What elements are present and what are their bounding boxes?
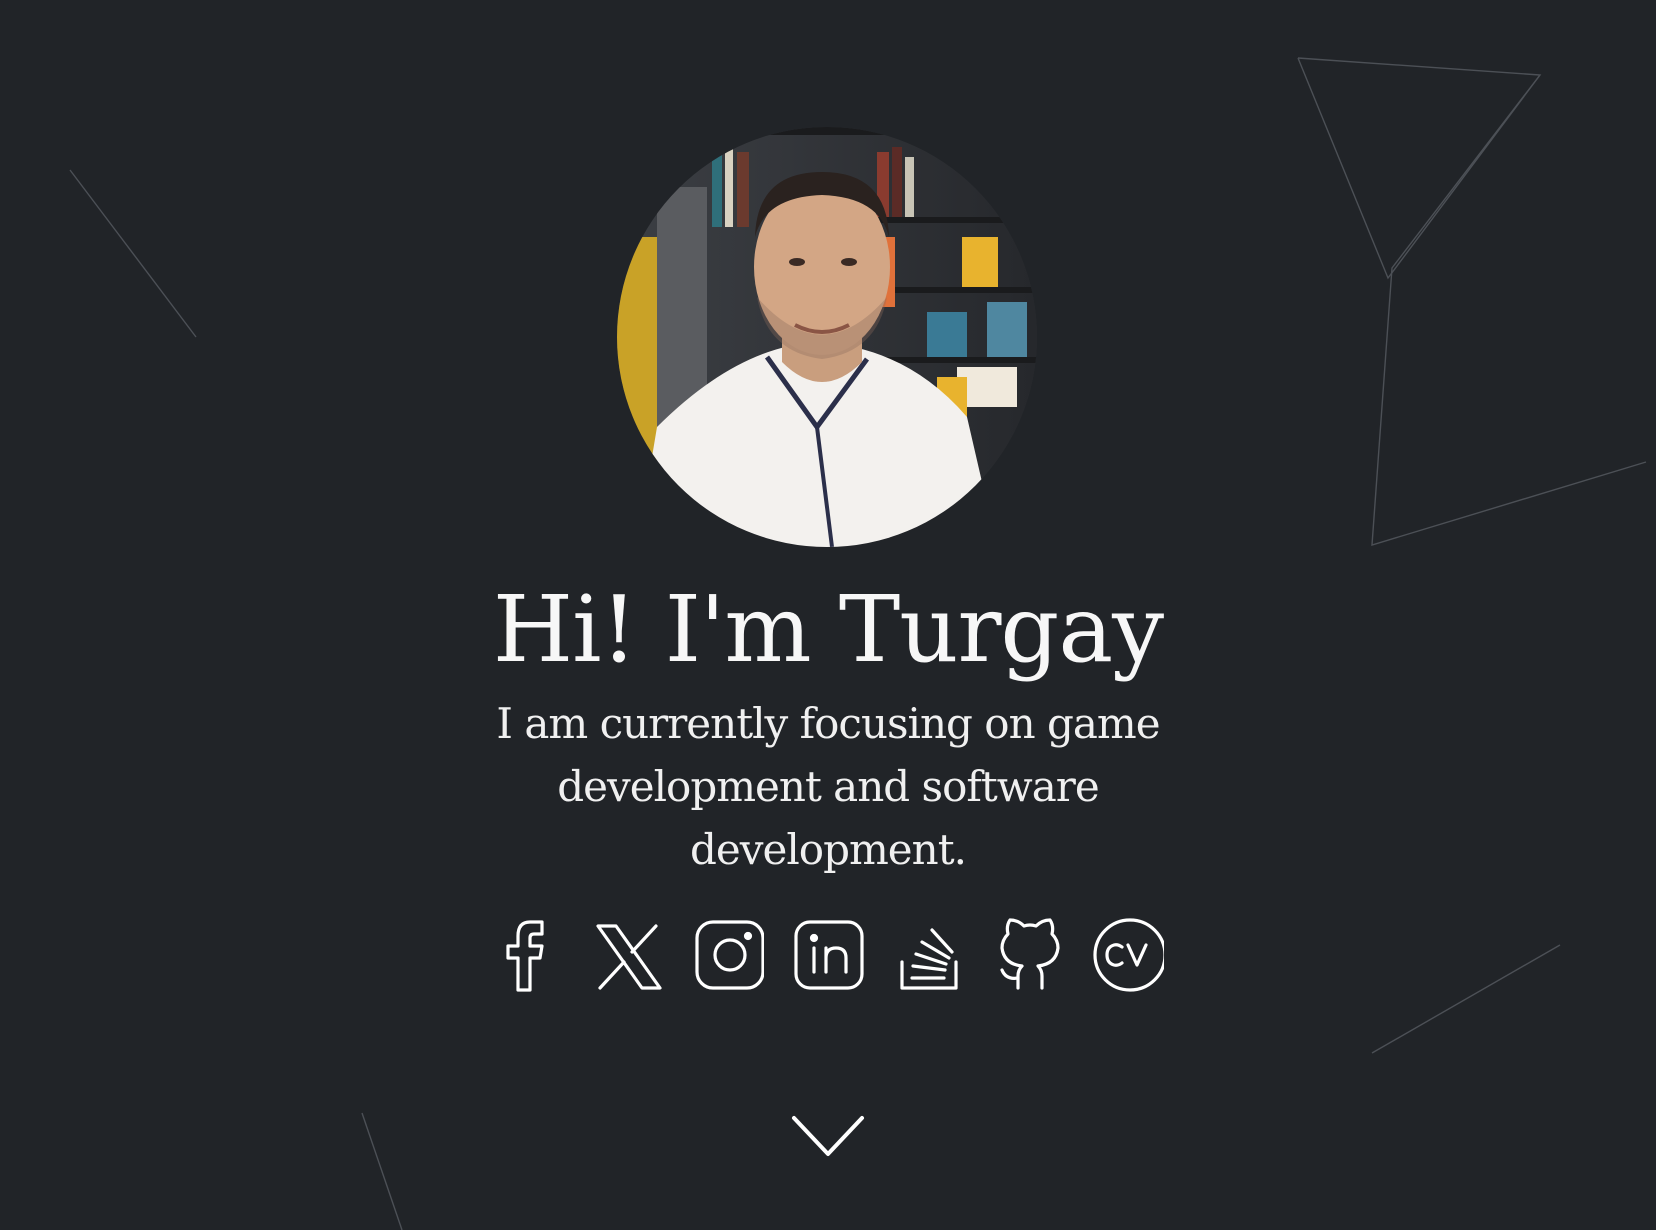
instagram-icon (695, 920, 765, 990)
cv-icon (1093, 918, 1167, 992)
github-icon (1000, 918, 1060, 990)
linkedin-link[interactable] (792, 914, 864, 994)
stackoverflow-icon (900, 928, 958, 990)
stackoverflow-link[interactable] (892, 914, 964, 994)
chevron-down-icon (792, 1116, 864, 1156)
facebook-icon (506, 920, 544, 992)
hero-section: Hi! I'm Turgay I am currently focusing o… (0, 0, 1656, 1230)
github-link[interactable] (992, 914, 1064, 994)
facebook-link[interactable] (492, 914, 564, 994)
scroll-down-button[interactable] (790, 1112, 866, 1162)
profile-photo (617, 127, 1037, 547)
social-links (0, 914, 1656, 994)
instagram-link[interactable] (692, 914, 765, 994)
intro-text: I am currently focusing on game developm… (496, 699, 1160, 874)
linkedin-icon (794, 920, 864, 990)
avatar (617, 127, 1037, 547)
x-twitter-link[interactable] (592, 914, 664, 994)
cv-link[interactable] (1092, 914, 1167, 994)
x-twitter-icon (596, 924, 662, 990)
page-title: Hi! I'm Turgay (492, 576, 1164, 683)
